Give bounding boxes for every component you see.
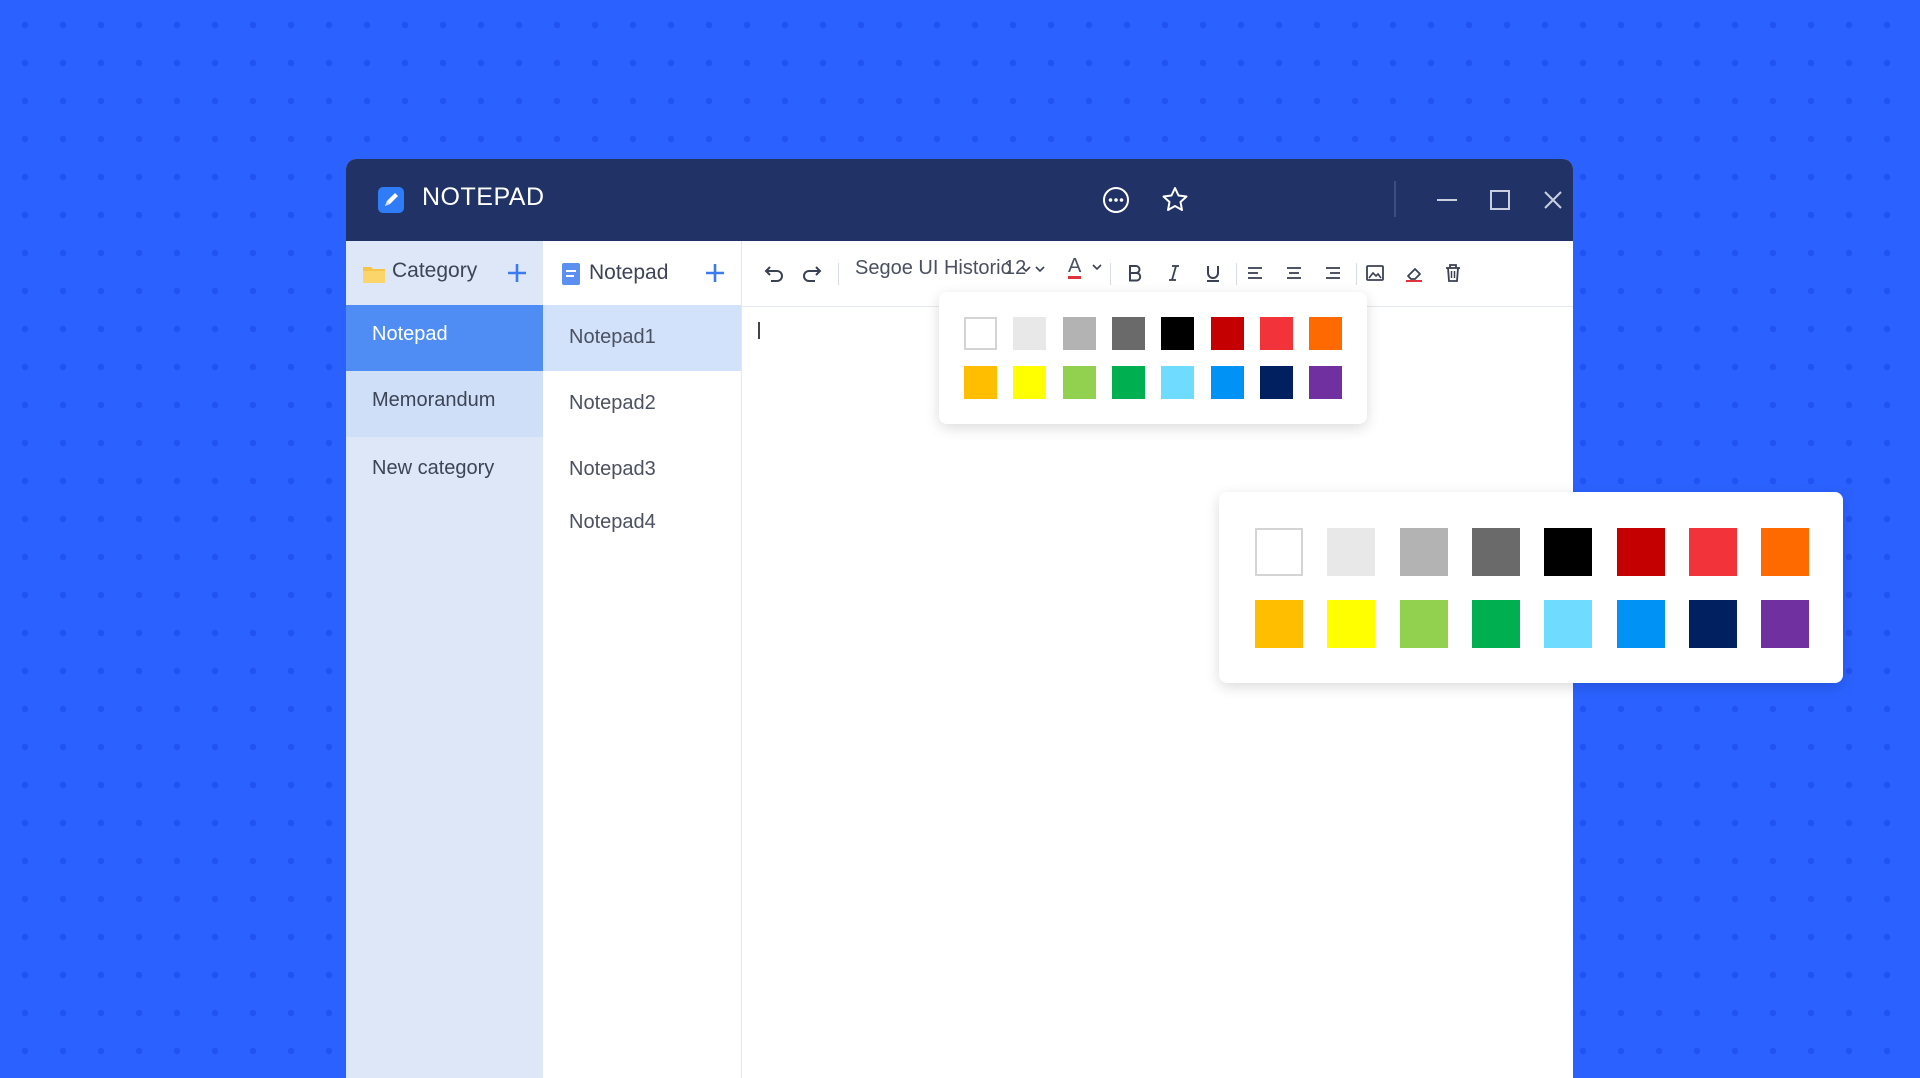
color-swatch[interactable] [1210,317,1244,350]
color-swatch[interactable] [1161,317,1195,350]
delete-icon[interactable] [1442,261,1464,287]
chevron-down-icon [1092,264,1102,271]
chevron-down-icon [1035,266,1045,273]
color-swatch[interactable] [1616,528,1665,576]
add-category-button[interactable] [505,261,529,285]
color-swatch[interactable] [1471,600,1520,648]
font-color-palette [939,292,1367,424]
color-swatch[interactable] [1544,528,1593,576]
color-swatch[interactable] [1309,317,1343,350]
note-item-notepad2[interactable]: Notepad2 [543,371,741,437]
color-swatch[interactable] [1210,366,1244,399]
color-swatch[interactable] [1471,528,1520,576]
bold-icon[interactable] [1124,261,1146,287]
color-swatch[interactable] [964,366,997,399]
color-swatch[interactable] [1399,528,1448,576]
color-swatch[interactable] [1327,528,1376,576]
color-swatch[interactable] [1255,600,1303,648]
font-color-button[interactable]: A [1068,255,1103,281]
italic-icon[interactable] [1163,261,1185,287]
font-color-label: A [1068,255,1082,279]
category-item-new-category[interactable]: New category [346,439,543,505]
notes-header-label: Notepad [589,261,669,284]
titlebar-divider [1394,181,1396,217]
color-swatch[interactable] [1544,600,1593,648]
color-swatch[interactable] [1761,528,1810,576]
category-item-memorandum[interactable]: Memorandum [346,371,543,437]
eraser-icon[interactable] [1403,261,1425,287]
color-swatch[interactable] [1013,317,1047,350]
align-right-icon[interactable] [1322,261,1344,287]
toolbar-divider [838,263,839,285]
color-swatch[interactable] [964,317,997,350]
more-icon[interactable] [1099,183,1133,217]
color-swatch[interactable] [1616,600,1665,648]
text-cursor [758,322,760,339]
maximize-icon[interactable] [1483,183,1517,217]
color-swatch[interactable] [1161,366,1195,399]
app-title: NOTEPAD [422,183,545,211]
notes-header: Notepad [543,241,741,305]
align-center-icon[interactable] [1283,261,1305,287]
font-size-select[interactable]: 12 [1004,257,1046,283]
category-header-label: Category [392,259,478,282]
color-swatch[interactable] [1399,600,1448,648]
minimize-icon[interactable] [1430,183,1464,217]
font-family-value: Segoe UI Historic [855,257,1011,279]
note-item-notepad1[interactable]: Notepad1 [543,305,741,371]
category-panel: Category Notepad Memorandum New category [346,241,543,1078]
redo-icon[interactable] [800,261,824,287]
notes-panel: Notepad Notepad1 Notepad2 Notepad3 Notep… [543,241,742,1078]
toolbar-divider [1236,263,1237,285]
underline-icon[interactable] [1202,261,1224,287]
color-swatch[interactable] [1062,317,1096,350]
color-swatch[interactable] [1255,528,1303,576]
app-logo-icon [378,187,404,213]
color-swatch[interactable] [1688,600,1737,648]
color-swatch[interactable] [1062,366,1096,399]
color-swatch[interactable] [1309,366,1343,399]
close-icon[interactable] [1536,183,1570,217]
add-note-button[interactable] [703,261,727,285]
toolbar-divider [1110,263,1111,285]
category-header: Category [346,241,543,305]
star-icon[interactable] [1158,183,1192,217]
folder-icon [362,263,386,290]
title-bar: NOTEPAD [346,159,1573,241]
align-left-icon[interactable] [1244,261,1266,287]
image-icon[interactable] [1364,261,1386,287]
toolbar-divider [1356,263,1357,285]
category-item-notepad[interactable]: Notepad [346,305,543,371]
font-size-value: 12 [1004,257,1027,279]
color-swatch[interactable] [1111,317,1145,350]
color-swatch[interactable] [1327,600,1376,648]
font-color-palette-enlarged [1219,492,1843,683]
color-swatch[interactable] [1259,317,1293,350]
color-swatch[interactable] [1688,528,1737,576]
color-swatch[interactable] [1111,366,1145,399]
document-icon [561,262,581,291]
undo-icon[interactable] [762,261,786,287]
color-swatch[interactable] [1761,600,1810,648]
color-swatch[interactable] [1013,366,1047,399]
color-swatch[interactable] [1259,366,1293,399]
note-item-notepad4[interactable]: Notepad4 [543,490,741,556]
